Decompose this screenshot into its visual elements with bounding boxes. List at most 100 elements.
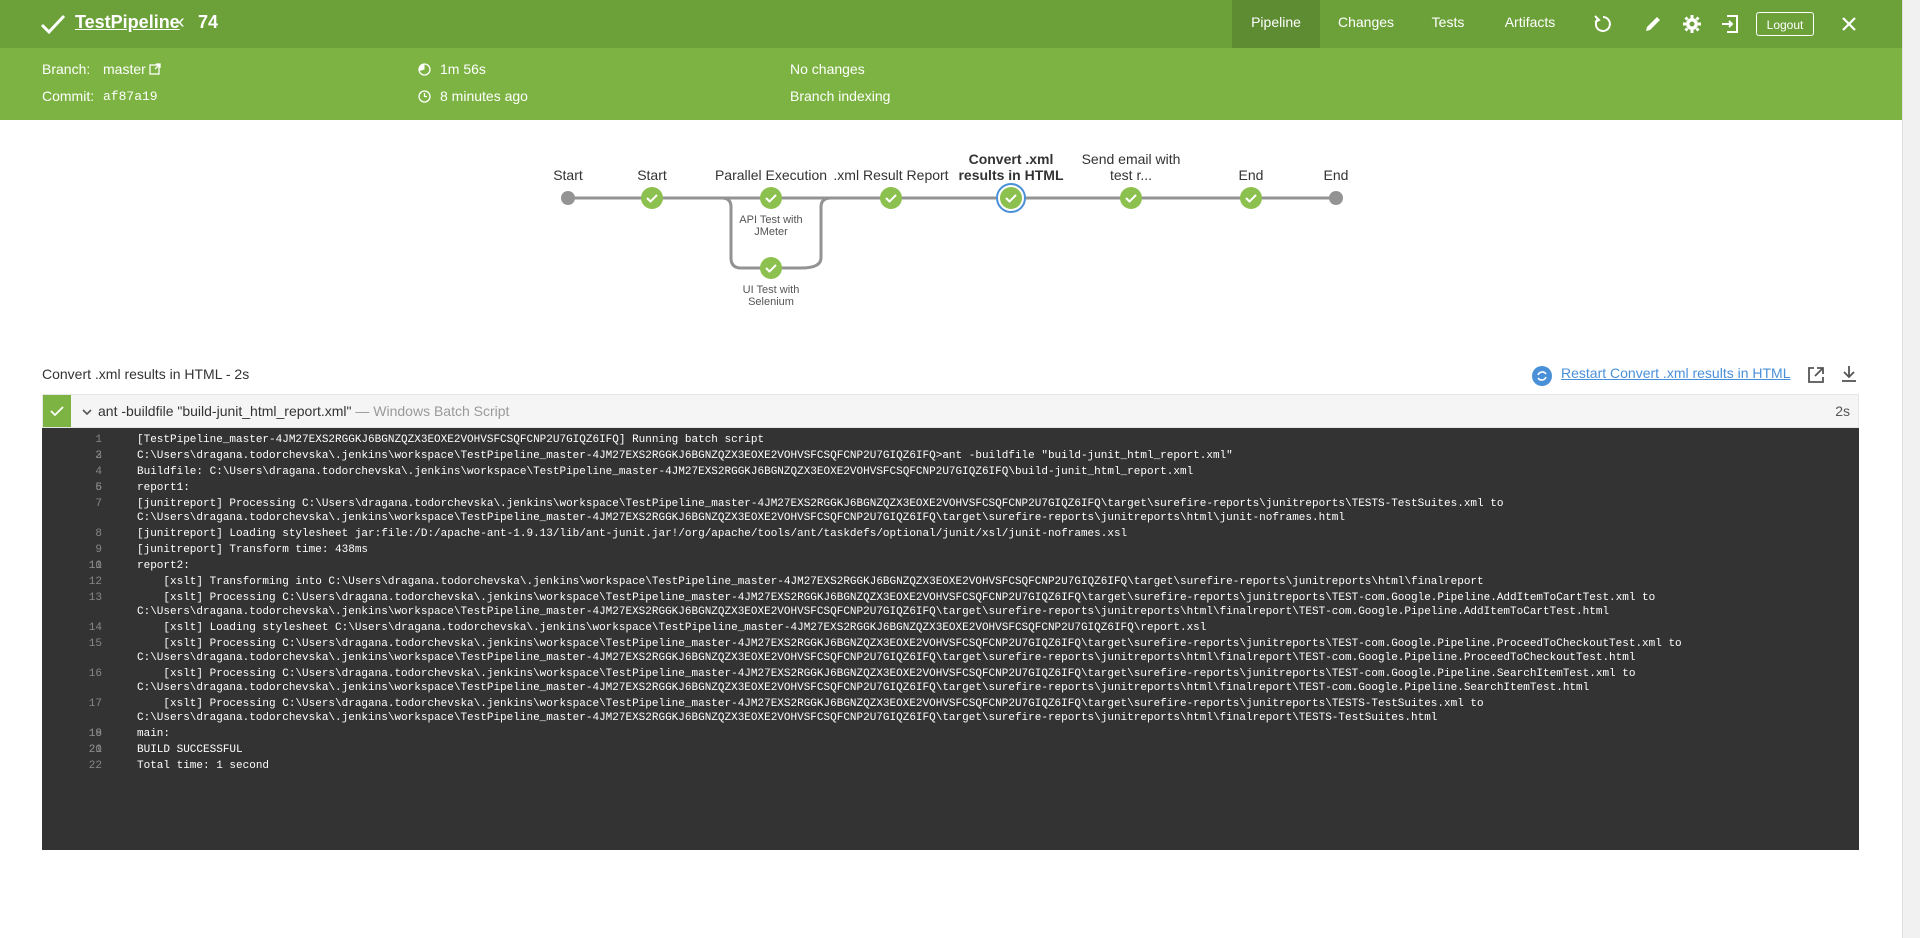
rerun-icon[interactable] (1592, 13, 1614, 35)
page-scrollbar[interactable] (1902, 0, 1920, 938)
external-link-icon[interactable] (149, 63, 161, 75)
logout-button[interactable]: Logout (1756, 12, 1814, 36)
log-line: 19 main: (42, 726, 1859, 742)
log-line-text: report1: (137, 482, 190, 494)
check-icon (646, 194, 658, 203)
log-line-text: [junitreport] Loading stylesheet jar:fil… (137, 528, 1128, 540)
commit-value[interactable]: af87a19 (103, 89, 158, 104)
log-line-text: [xslt] Processing C:\Users\dragana.todor… (137, 668, 1636, 694)
clock-icon (418, 90, 431, 103)
log-line: 22 Total time: 1 second (42, 758, 1859, 774)
log-line-number[interactable]: 4 (42, 464, 102, 480)
duration: 1m 56s (440, 61, 486, 77)
log-line: 12 [xslt] Transforming into C:\Users\dra… (42, 574, 1859, 590)
stage-node-ui-test[interactable] (760, 257, 782, 279)
branch-value[interactable]: master (103, 61, 146, 77)
stage-node-end-success[interactable] (1240, 187, 1262, 209)
tab-pipeline[interactable]: Pipeline (1232, 0, 1320, 48)
close-icon[interactable] (1838, 13, 1860, 35)
stage-node-api-test[interactable] (760, 187, 782, 209)
stage-node-start-success[interactable] (641, 187, 663, 209)
log-line: 1 [TestPipeline_master-4JM27EXS2RGGKJ6BGN… (42, 432, 1859, 448)
tab-tests[interactable]: Tests (1412, 0, 1484, 48)
log-line-number[interactable]: 17 (42, 697, 102, 711)
log-line-text: main: (137, 728, 171, 740)
log-line: 3 C:\Users\dragana.todorchevska\.jenkins\… (42, 448, 1859, 464)
log-line-text: [xslt] Loading stylesheet C:\Users\draga… (137, 622, 1207, 634)
log-line-number[interactable]: 8 (42, 526, 102, 542)
stage-label: End (1323, 167, 1349, 183)
log-line: 11 report2: (42, 558, 1859, 574)
log-line-number[interactable]: 21 (42, 742, 102, 758)
log-line-number[interactable]: 13 (42, 591, 102, 605)
time-ago: 8 minutes ago (440, 88, 528, 104)
pipeline-title-link[interactable]: TestPipeline (75, 12, 180, 33)
log-line: 21 BUILD SUCCESSFUL (42, 742, 1859, 758)
console-log: 1 [TestPipeline_master-4JM27EXS2RGGKJ6BGN… (42, 428, 1859, 850)
log-line-number[interactable]: 22 (42, 758, 102, 774)
branch-label-ui: UI Test with Selenium (742, 284, 800, 308)
step-row[interactable]: ant -buildfile "build-junit_html_report.… (42, 394, 1859, 428)
stage-node-start (561, 191, 575, 205)
log-line-text: report2: (137, 560, 190, 572)
download-icon[interactable] (1839, 364, 1859, 384)
stage-label: Start (637, 167, 667, 183)
log-line: 7 [junitreport] Processing C:\Users\draga… (42, 496, 1859, 526)
log-line-number[interactable]: 9 (42, 542, 102, 558)
log-line-number[interactable]: 11 (42, 558, 102, 574)
stage-node-convert-selected[interactable] (996, 183, 1026, 213)
step-panel-title: Convert .xml results in HTML - 2s (42, 366, 250, 382)
step-command: ant -buildfile "build-junit_html_report.… (98, 403, 509, 419)
log-line-number[interactable]: 19 (42, 726, 102, 742)
log-line-text: [xslt] Processing C:\Users\dragana.todor… (137, 698, 1484, 724)
restart-stage-link[interactable]: Restart Convert .xml results in HTML (1561, 365, 1791, 381)
log-line-number[interactable]: 14 (42, 620, 102, 636)
log-line-number[interactable]: 3 (42, 448, 102, 464)
chevron-left-icon: ‹ (178, 11, 185, 33)
log-line-text: [TestPipeline_master-4JM27EXS2RGGKJ6BGNZ… (137, 434, 765, 446)
stage-label-selected: Convert .xml results in HTML (958, 151, 1064, 183)
log-line-number[interactable]: 7 (42, 497, 102, 511)
edit-icon[interactable] (1642, 13, 1664, 35)
tab-changes[interactable]: Changes (1320, 0, 1412, 48)
log-line-number[interactable]: 12 (42, 574, 102, 590)
log-line-text: BUILD SUCCESSFUL (137, 744, 243, 756)
log-line: 17 [xslt] Processing C:\Users\dragana.to… (42, 696, 1859, 726)
branch-label-api: API Test with JMeter (739, 214, 803, 238)
changes-text: No changes (790, 61, 865, 77)
log-line-number[interactable]: 6 (42, 480, 102, 496)
gear-icon[interactable] (1681, 13, 1703, 35)
tab-artifacts[interactable]: Artifacts (1484, 0, 1576, 48)
check-icon (1005, 194, 1017, 203)
branch-label: Branch: (42, 61, 91, 77)
check-icon (885, 194, 897, 203)
log-line-text: [xslt] Processing C:\Users\dragana.todor… (137, 638, 1682, 664)
log-line-number[interactable]: 1 (42, 432, 102, 448)
open-in-new-icon[interactable] (1806, 365, 1826, 385)
log-line: 9 [junitreport] Transform time: 438ms (42, 542, 1859, 558)
success-check-icon (40, 14, 66, 35)
log-line: 13 [xslt] Processing C:\Users\dragana.to… (42, 590, 1859, 620)
run-summary: Branch: master Commit: af87a19 1m 56s 8 … (0, 48, 1903, 120)
step-success-indicator (43, 395, 71, 427)
restart-stage-icon[interactable] (1531, 365, 1553, 387)
stage-label: Parallel Execution (714, 167, 828, 183)
log-line: 6 report1: (42, 480, 1859, 496)
stage-node-end (1329, 191, 1343, 205)
log-line-text: Buildfile: C:\Users\dragana.todorchevska… (137, 466, 1194, 478)
log-line-text: [xslt] Processing C:\Users\dragana.todor… (137, 592, 1656, 618)
log-line-number[interactable]: 15 (42, 637, 102, 651)
exit-to-classic-icon[interactable] (1719, 13, 1741, 35)
stage-label: Send email with test r... (1081, 151, 1181, 183)
log-line-text: [junitreport] Transform time: 438ms (137, 544, 369, 556)
step-command-text: ant -buildfile "build-junit_html_report.… (98, 403, 352, 419)
log-line-text: C:\Users\dragana.todorchevska\.jenkins\w… (137, 450, 1233, 462)
stage-node-xml-report[interactable] (880, 187, 902, 209)
check-icon (1245, 194, 1257, 203)
stage-node-send-email[interactable] (1120, 187, 1142, 209)
pipeline-graph: Start Start Parallel Execution .xml Resu… (540, 145, 1360, 315)
log-line-text: Total time: 1 second (137, 760, 270, 772)
log-line: 4 Buildfile: C:\Users\dragana.todorchevsk… (42, 464, 1859, 480)
chevron-down-icon[interactable] (81, 406, 93, 418)
log-line-number[interactable]: 16 (42, 667, 102, 681)
